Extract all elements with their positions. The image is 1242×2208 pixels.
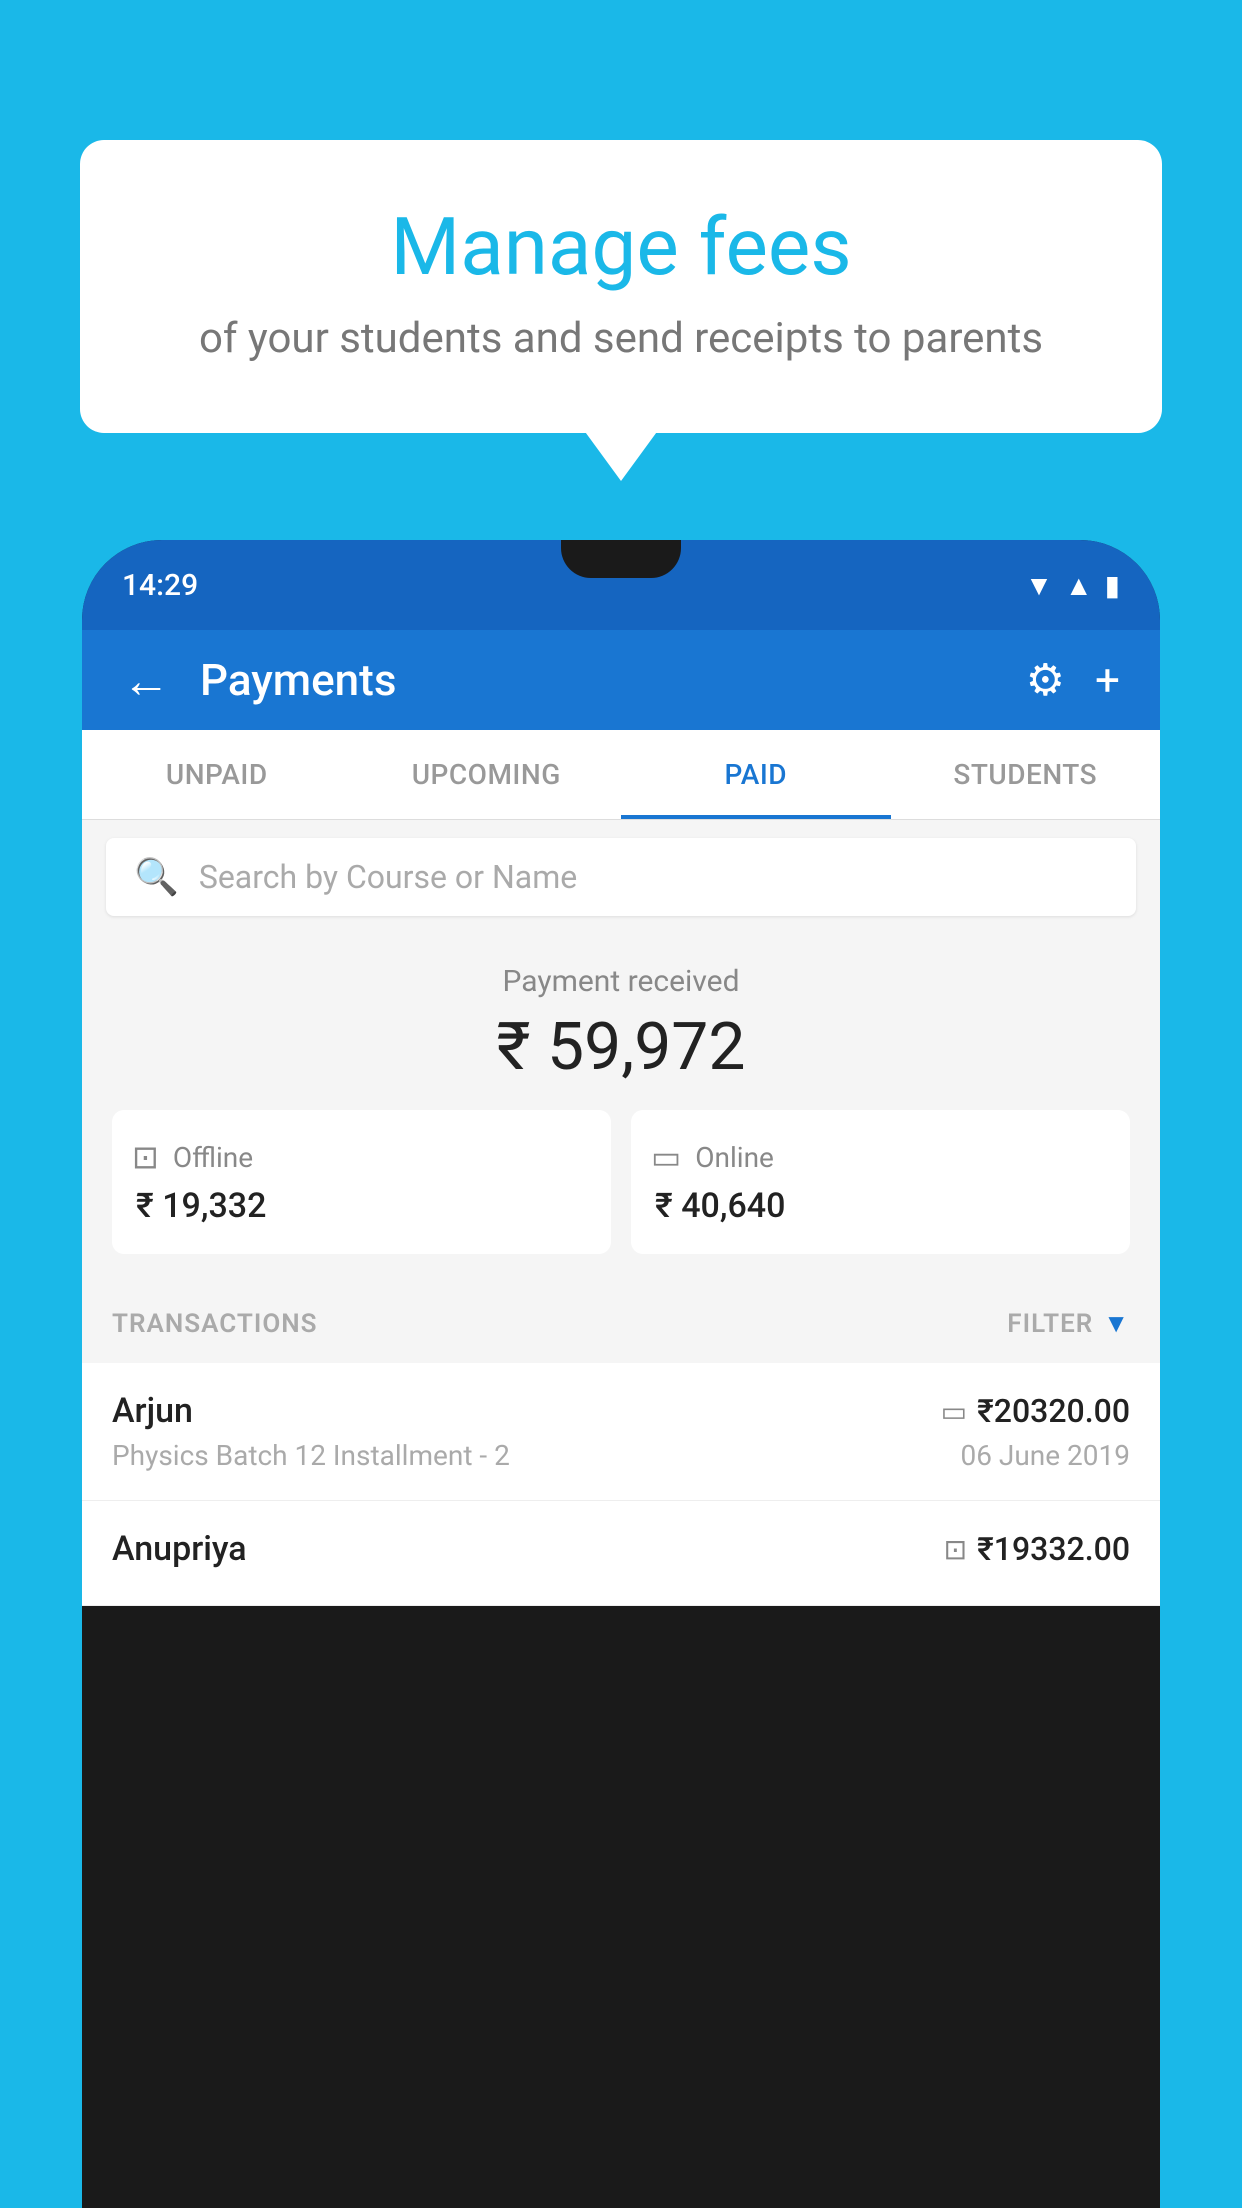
transactions-list: Arjun ▭ ₹20320.00 Physics Batch 12 Insta…	[82, 1363, 1160, 1606]
filter-icon: ▼	[1103, 1308, 1130, 1339]
payment-summary: Payment received ₹ 59,972 ⊡ Offline ₹ 19…	[82, 934, 1160, 1284]
transaction-bottom-row: Physics Batch 12 Installment - 2 06 June…	[112, 1439, 1130, 1472]
tab-unpaid[interactable]: UNPAID	[82, 730, 352, 819]
tab-students[interactable]: STUDENTS	[891, 730, 1161, 819]
offline-card: ⊡ Offline ₹ 19,332	[112, 1110, 611, 1254]
student-name: Arjun	[112, 1391, 193, 1431]
offline-payment-icon: ⊡	[944, 1533, 967, 1566]
search-container: 🔍 Search by Course or Name	[82, 820, 1160, 934]
online-amount: ₹ 40,640	[651, 1186, 1110, 1226]
transaction-amount: ₹20320.00	[977, 1392, 1130, 1430]
status-time: 14:29	[122, 568, 198, 603]
bubble-subtitle: of your students and send receipts to pa…	[130, 314, 1112, 363]
offline-label: Offline	[173, 1141, 253, 1174]
search-icon: 🔍	[134, 856, 179, 898]
signal-icon: ▲	[1065, 569, 1093, 602]
payment-received-label: Payment received	[112, 964, 1130, 999]
filter-button[interactable]: FILTER ▼	[1007, 1308, 1130, 1339]
wifi-icon: ▼	[1025, 569, 1053, 602]
online-icon: ▭	[651, 1138, 681, 1176]
payment-total-amount: ₹ 59,972	[112, 1009, 1130, 1086]
speech-bubble: Manage fees of your students and send re…	[80, 140, 1162, 433]
page-title: Payments	[200, 654, 996, 706]
tabs-bar: UNPAID UPCOMING PAID STUDENTS	[82, 730, 1160, 820]
search-box[interactable]: 🔍 Search by Course or Name	[106, 838, 1136, 916]
status-bar: 14:29 ▼ ▲ ▮	[82, 540, 1160, 630]
status-icons: ▼ ▲ ▮	[1025, 569, 1120, 602]
tab-upcoming[interactable]: UPCOMING	[352, 730, 622, 819]
tab-paid[interactable]: PAID	[621, 730, 891, 819]
online-payment-icon: ▭	[941, 1395, 967, 1428]
transaction-date: 06 June 2019	[960, 1439, 1130, 1472]
back-button[interactable]: ←	[122, 652, 170, 709]
transaction-top-row: Arjun ▭ ₹20320.00	[112, 1391, 1130, 1431]
transaction-top-row: Anupriya ⊡ ₹19332.00	[112, 1529, 1130, 1569]
offline-card-top: ⊡ Offline	[132, 1138, 591, 1176]
settings-icon[interactable]: ⚙	[1026, 654, 1065, 706]
table-row[interactable]: Anupriya ⊡ ₹19332.00	[82, 1501, 1160, 1606]
phone-device: 14:29 ▼ ▲ ▮ ← Payments ⚙ + UNPAID UPCOMI…	[82, 540, 1160, 2208]
online-card-top: ▭ Online	[651, 1138, 1110, 1176]
offline-icon: ⊡	[132, 1138, 159, 1176]
student-name: Anupriya	[112, 1529, 247, 1569]
transaction-right: ▭ ₹20320.00	[941, 1392, 1130, 1430]
transaction-right: ⊡ ₹19332.00	[944, 1530, 1130, 1568]
transactions-header: TRANSACTIONS FILTER ▼	[82, 1284, 1160, 1363]
payment-cards: ⊡ Offline ₹ 19,332 ▭ Online ₹ 40,640	[112, 1110, 1130, 1254]
search-input[interactable]: Search by Course or Name	[199, 858, 577, 896]
app-header: ← Payments ⚙ +	[82, 630, 1160, 730]
battery-icon: ▮	[1105, 569, 1120, 602]
bubble-title: Manage fees	[130, 200, 1112, 294]
online-card: ▭ Online ₹ 40,640	[631, 1110, 1130, 1254]
transaction-amount: ₹19332.00	[977, 1530, 1130, 1568]
online-label: Online	[695, 1141, 774, 1174]
transactions-label: TRANSACTIONS	[112, 1309, 318, 1339]
course-name: Physics Batch 12 Installment - 2	[112, 1439, 510, 1472]
add-icon[interactable]: +	[1095, 654, 1120, 706]
phone-notch	[561, 540, 681, 578]
table-row[interactable]: Arjun ▭ ₹20320.00 Physics Batch 12 Insta…	[82, 1363, 1160, 1501]
header-actions: ⚙ +	[1026, 654, 1120, 706]
offline-amount: ₹ 19,332	[132, 1186, 591, 1226]
filter-label: FILTER	[1007, 1309, 1093, 1339]
